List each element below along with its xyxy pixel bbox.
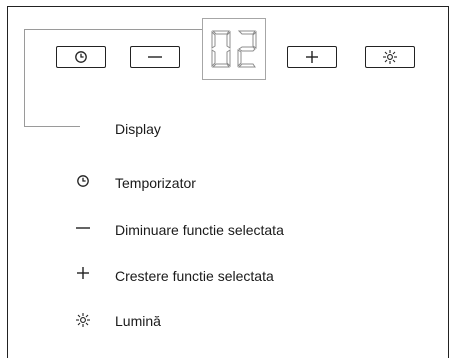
display-connector-line xyxy=(24,29,80,127)
legend-light-icon xyxy=(74,311,92,329)
legend-label-timer: Temporizator xyxy=(115,175,196,191)
legend-label-plus: Crestere functie selectata xyxy=(115,268,274,284)
legend-label-minus: Diminuare functie selectata xyxy=(115,222,284,238)
legend-minus-icon xyxy=(74,219,92,237)
minus-icon xyxy=(148,56,162,58)
clock-icon xyxy=(75,51,87,63)
plus-icon xyxy=(306,51,318,63)
digit-display: 02 xyxy=(202,18,266,80)
legend-plus-icon xyxy=(74,264,92,282)
light-button[interactable] xyxy=(365,46,415,68)
plus-button[interactable] xyxy=(287,46,337,68)
legend-label-light: Lumină xyxy=(115,313,161,329)
light-icon xyxy=(383,50,397,64)
minus-button[interactable] xyxy=(130,46,180,68)
legend-clock-icon xyxy=(74,172,92,190)
display-label: Display xyxy=(115,121,161,137)
display-connector-top-line xyxy=(80,29,202,30)
timer-button[interactable] xyxy=(56,46,106,68)
